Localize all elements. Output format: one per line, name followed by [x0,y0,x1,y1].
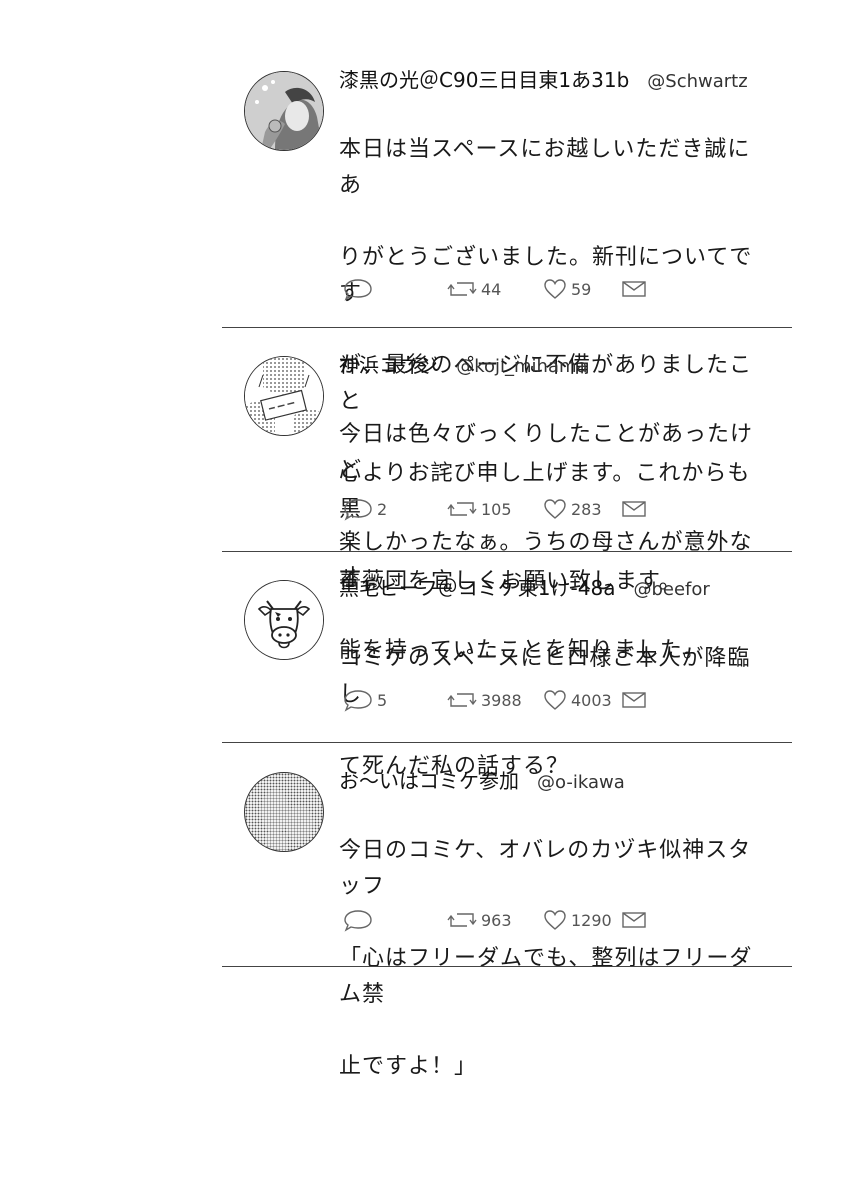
display-name[interactable]: お～いはコミケ参加 [339,769,519,793]
like-count: 59 [571,279,592,299]
message-button[interactable] [621,687,647,713]
retweet-count: 44 [481,279,502,299]
reply-bubble-icon [344,910,372,932]
retweet-icon [447,282,477,296]
envelope-icon [622,501,646,517]
tweet-text: 今日のコミケ、オバレのカヅキ似神スタッフ 「心はフリーダムでも、整列はフリーダム… [339,797,769,1121]
blurred-figure-icon [245,773,323,851]
like-count: 283 [571,499,602,519]
retweet-icon [447,693,477,707]
reply-count: 2 [377,499,388,519]
tweet-divider [222,327,792,328]
envelope-icon [622,281,646,297]
message-button[interactable] [621,907,647,933]
retweet-count: 105 [481,499,512,519]
display-name[interactable]: 漆黒の光＠C90三日目東1あ31b [339,68,629,92]
cow-face-icon [245,581,323,659]
display-name[interactable]: 黒毛ビーフ＠コミケ東1け-48a [339,576,615,600]
envelope-icon [622,692,646,708]
reply-bubble-icon [344,279,372,301]
like-button[interactable]: 283 [543,496,602,522]
like-button[interactable]: 59 [543,276,591,302]
like-button[interactable]: 4003 [543,687,612,713]
avatar[interactable] [244,772,324,852]
heart-icon [544,910,566,930]
tweet-header: お～いはコミケ参加 @o-ikawa [339,768,625,796]
tweet-header: 黒毛ビーフ＠コミケ東1け-48a @beefor [339,575,710,603]
avatar[interactable] [244,580,324,660]
like-count: 4003 [571,690,612,710]
heart-icon [544,499,566,519]
tweet-divider [222,742,792,743]
tweet-header: 漆黒の光＠C90三日目東1あ31b @Schwartz [339,67,748,95]
tweet-text-line: 本日は当スペースにお越しいただき誠にあ [339,137,751,198]
reply-button[interactable] [343,907,377,933]
user-handle[interactable]: @o-ikawa [537,772,625,793]
tweet-actions: 963 1290 [339,907,669,933]
tweet-divider [222,966,792,967]
tweet-header: 神浜コウジ @koji_mihama [339,352,588,380]
retweet-icon [447,913,477,927]
reply-button[interactable] [343,276,377,302]
envelope-icon [622,912,646,928]
like-count: 1290 [571,910,612,930]
tweet-text-line: 今日は色々びっくりしたことがあったけど [339,422,754,483]
retweet-button[interactable]: 44 [447,276,501,302]
reply-count: 5 [377,690,388,710]
reply-bubble-icon [344,690,372,712]
reply-bubble-icon [344,499,372,521]
reply-button[interactable]: 2 [343,496,387,522]
user-handle[interactable]: @koji_mihama [456,356,587,377]
tweet-actions: 5 3988 4003 [339,687,669,713]
avatar[interactable] [244,71,324,151]
tweet-text-line: 止ですよ！」 [339,1054,478,1079]
tweet-actions: 2 105 283 [339,496,669,522]
retweet-count: 3988 [481,690,522,710]
user-handle[interactable]: @Schwartz [647,71,747,92]
reply-button[interactable]: 5 [343,687,387,713]
like-button[interactable]: 1290 [543,907,612,933]
retweet-count: 963 [481,910,512,930]
tweet-text-line: 「心はフリーダムでも、整列はフリーダム禁 [339,946,753,1007]
display-name[interactable]: 神浜コウジ [339,353,438,377]
message-button[interactable] [621,496,647,522]
message-button[interactable] [621,276,647,302]
tweet-actions: 44 59 [339,276,669,302]
user-handle[interactable]: @beefor [633,579,709,600]
retweet-icon [447,502,477,516]
tweet-text-line: 今日のコミケ、オバレのカヅキ似神スタッフ [339,838,752,899]
retweet-button[interactable]: 963 [447,907,512,933]
retweet-button[interactable]: 105 [447,496,512,522]
character-portrait-icon [245,72,323,150]
avatar[interactable] [244,356,324,436]
heart-icon [544,690,566,710]
tweet-divider [222,551,792,552]
character-with-sign-icon [245,357,323,435]
heart-icon [544,279,566,299]
retweet-button[interactable]: 3988 [447,687,522,713]
